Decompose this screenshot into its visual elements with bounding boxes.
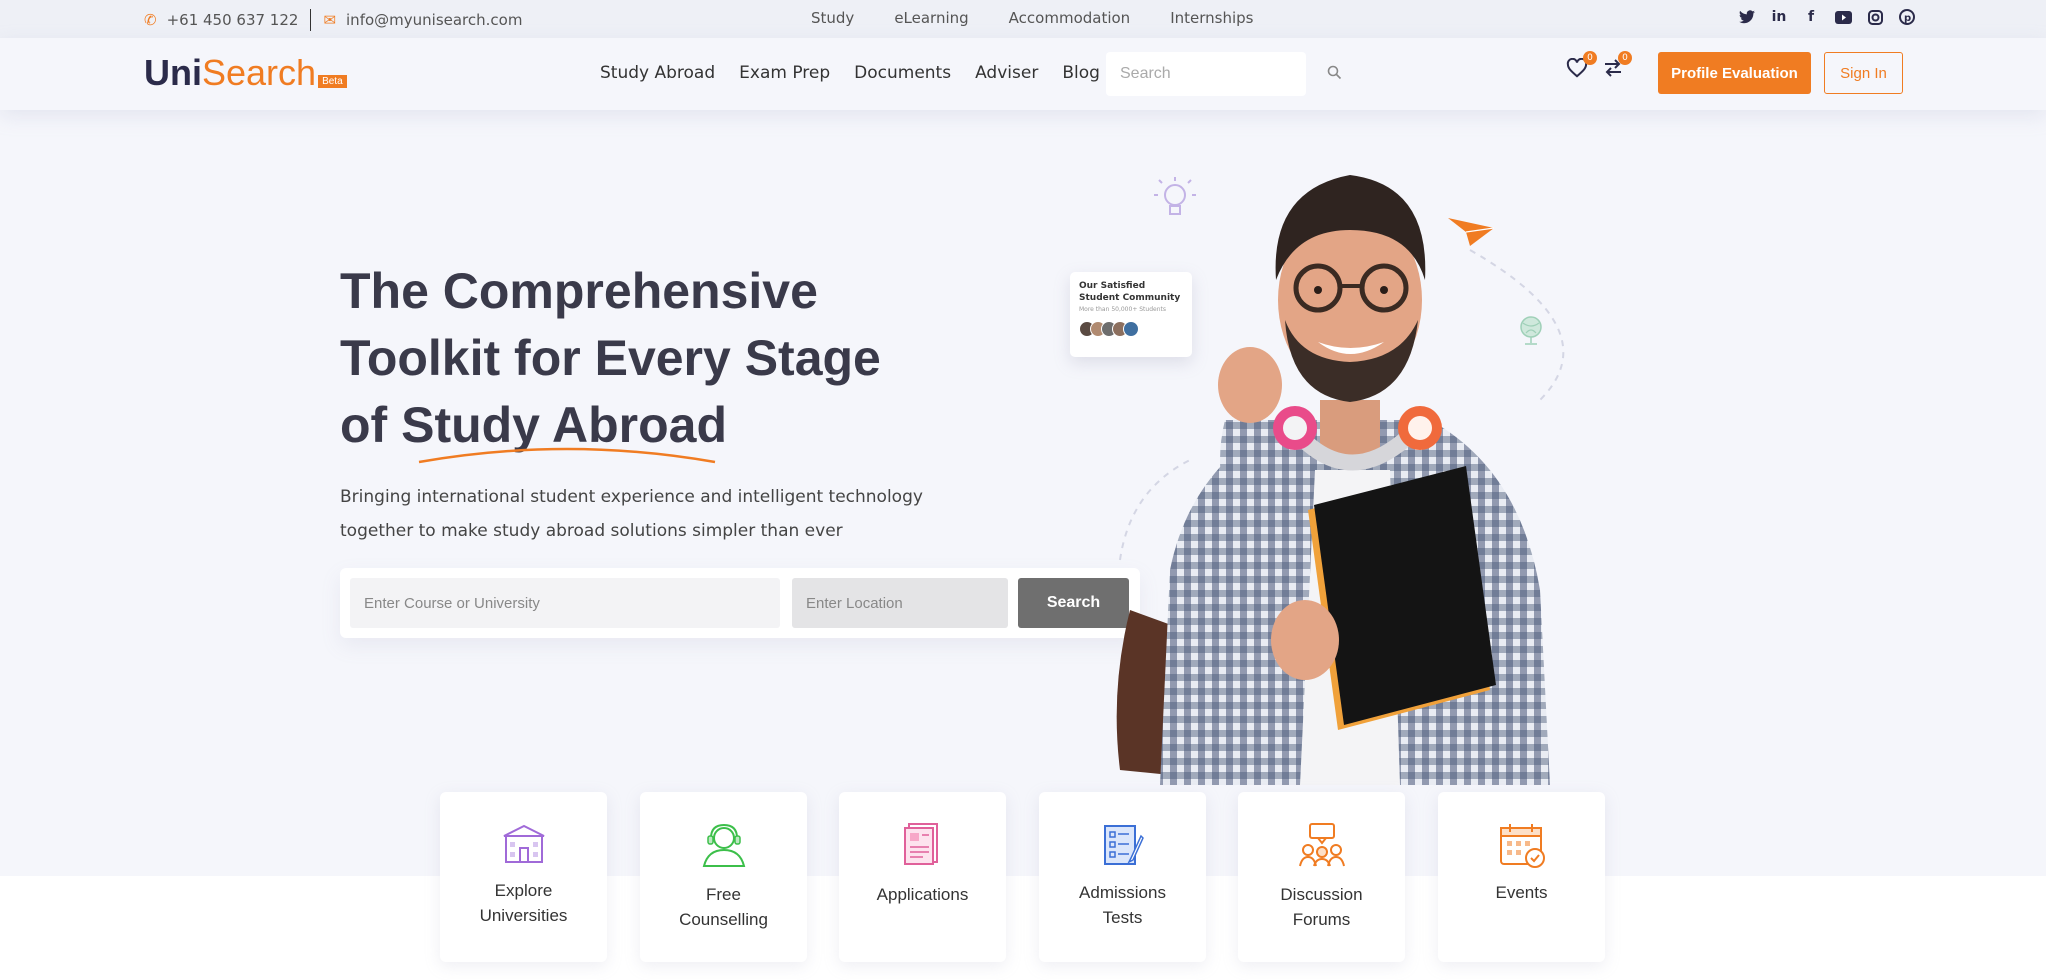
feature-label: Explore Universities (479, 881, 568, 925)
top-bar: ✆ +61 450 637 122 ✉ info@myunisearch.com… (0, 0, 2046, 38)
highlight-underline (418, 447, 716, 464)
feature-label: Applications (876, 885, 969, 904)
hero-description: Bringing international student experienc… (340, 480, 940, 548)
feature-label: Free Counselling (679, 885, 768, 929)
toplink-elearning[interactable]: eLearning (894, 9, 968, 27)
feature-applications[interactable]: Applications (839, 792, 1006, 962)
logo-search: Search (202, 52, 317, 93)
feature-free-counselling[interactable]: Free Counselling (640, 792, 807, 962)
site-logo[interactable]: Uni Search Beta (144, 52, 347, 94)
feature-band (0, 876, 2046, 980)
hero-desc-line1: Bringing international student experienc… (340, 487, 923, 507)
wishlist-count: 0 (1583, 51, 1597, 65)
feature-admissions-tests[interactable]: Admissions Tests (1039, 792, 1206, 962)
toplink-internships[interactable]: Internships (1170, 9, 1253, 27)
pinterest-icon[interactable]: p (1898, 8, 1916, 26)
svg-text:p: p (1904, 13, 1911, 24)
email-link[interactable]: info@myunisearch.com (346, 11, 522, 29)
test-icon (1039, 822, 1206, 866)
instagram-icon[interactable] (1866, 8, 1884, 26)
nav-blog[interactable]: Blog (1062, 63, 1100, 83)
compare-count: 0 (1618, 51, 1632, 65)
course-input[interactable] (350, 578, 780, 628)
toplink-accommodation[interactable]: Accommodation (1009, 9, 1131, 27)
wishlist-button[interactable]: 0 (1566, 51, 1597, 84)
linkedin-icon[interactable]: in (1770, 8, 1788, 26)
beta-badge: Beta (318, 75, 347, 88)
compare-button[interactable]: 0 (1603, 51, 1632, 84)
search-icon[interactable] (1327, 65, 1342, 84)
phone-number[interactable]: +61 450 637 122 (167, 11, 299, 29)
profile-evaluation-button[interactable]: Profile Evaluation (1658, 52, 1811, 94)
toplink-study[interactable]: Study (811, 9, 854, 27)
feature-discussion-forums[interactable]: Discussion Forums (1238, 792, 1405, 962)
hero-desc-line2: together to make study abroad solutions … (340, 521, 843, 541)
main-navbar: Uni Search Beta Study Abroad Exam Prep Doc… (0, 38, 2046, 110)
nav-study-abroad[interactable]: Study Abroad (600, 63, 715, 83)
youtube-icon[interactable] (1834, 8, 1852, 26)
location-input[interactable] (792, 578, 1008, 628)
social-links: in f p (1738, 8, 1916, 26)
nav-adviser[interactable]: Adviser (975, 63, 1038, 83)
hero-title: The Comprehensive Toolkit for Every Stag… (340, 258, 940, 459)
forum-icon (1238, 822, 1405, 868)
feature-label: Events (1495, 883, 1548, 902)
nav-search (1106, 52, 1342, 96)
hero-title-line1: The Comprehensive (340, 263, 818, 319)
phone-icon: ✆ (144, 11, 157, 29)
mail-icon: ✉ (323, 11, 337, 29)
hero-search-box: Search (340, 568, 1140, 638)
feature-label: Discussion Forums (1280, 885, 1363, 929)
facebook-icon[interactable]: f (1802, 8, 1820, 26)
divider (310, 9, 312, 31)
hero-title-line3: of (340, 397, 402, 453)
twitter-icon[interactable] (1738, 8, 1756, 26)
main-nav: Study Abroad Exam Prep Documents Adviser… (600, 63, 1100, 83)
hero-title-line2: Toolkit for Every Stage (340, 330, 881, 386)
sign-in-button[interactable]: Sign In (1824, 52, 1903, 94)
counsellor-icon (640, 822, 807, 868)
nav-search-input[interactable] (1120, 65, 1327, 83)
top-links: Study eLearning Accommodation Internship… (811, 9, 1253, 27)
feature-explore-universities[interactable]: Explore Universities (440, 792, 607, 962)
feature-events[interactable]: Events (1438, 792, 1605, 962)
application-icon (839, 822, 1006, 866)
nav-exam-prep[interactable]: Exam Prep (739, 63, 830, 83)
feature-label: Admissions Tests (1079, 883, 1166, 927)
calendar-icon (1438, 822, 1605, 868)
nav-documents[interactable]: Documents (854, 63, 951, 83)
logo-uni: Uni (144, 52, 202, 93)
university-icon (440, 822, 607, 866)
contact-info: ✆ +61 450 637 122 ✉ info@myunisearch.com (144, 9, 522, 31)
student-illustration (1116, 175, 1550, 785)
